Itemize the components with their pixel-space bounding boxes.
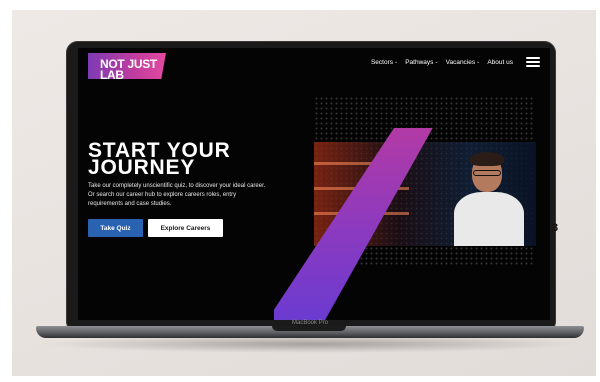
logo-line-2: LAB COATS [100,68,140,93]
chevron-down-icon: ⌄ [476,59,481,65]
accent-stripe-band [274,128,433,320]
laptop-notch [272,326,346,331]
accent-stripe [274,128,550,320]
menu-bar [526,65,540,67]
menu-bar [526,61,540,63]
nav-item-about-us[interactable]: About us [487,59,513,66]
hamburger-icon[interactable] [526,57,540,67]
explore-careers-button[interactable]: Explore Careers [148,219,223,237]
hero-description: Take our completely unscientific quiz, t… [88,182,328,209]
site-logo[interactable]: NOT JUST LAB COATS [88,53,166,79]
side-text: 3 [552,222,559,234]
nav-item-label: Vacancies [445,58,476,66]
chevron-down-icon: ⌄ [394,59,399,65]
nav-item-label: Sectors [370,58,394,66]
laptop-screen: NOT JUST LAB COATS Sectors ⌄ Pathways ⌄ … [78,48,550,320]
nav-item-vacancies[interactable]: Vacancies ⌄ [446,59,481,66]
nav-item-sectors[interactable]: Sectors ⌄ [371,59,398,66]
nav-item-label: Pathways [405,58,434,66]
hero-description-line-2: Or search our career hub to explore care… [88,192,237,198]
nav-item-label: About us [487,58,513,66]
hero-description-line-3: requirements and case studies. [88,201,172,207]
take-quiz-button[interactable]: Take Quiz [88,219,143,237]
top-navigation: Sectors ⌄ Pathways ⌄ Vacancies ⌄ About u… [371,55,540,69]
hero-description-line-1: Take our completely unscientific quiz, t… [88,183,266,189]
nav-item-pathways[interactable]: Pathways ⌄ [405,59,438,66]
logo-text: NOT JUST LAB COATS [100,58,166,93]
menu-bar [526,57,540,59]
hero-title: START YOUR JOURNEY [88,140,231,178]
chevron-down-icon: ⌄ [434,59,439,65]
